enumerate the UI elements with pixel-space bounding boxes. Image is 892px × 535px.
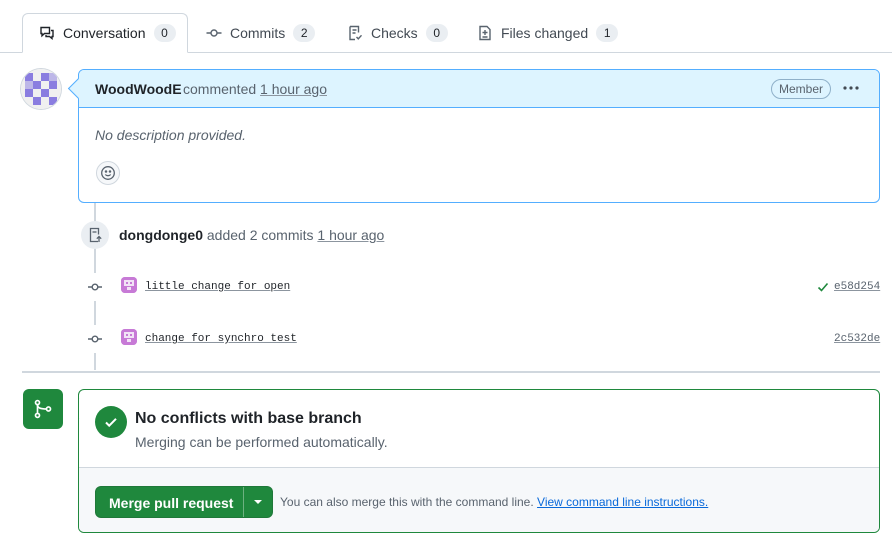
comment-meta: commented 1 hour ago xyxy=(183,81,327,97)
merge-button-label: Merge pull request xyxy=(109,495,234,511)
commit-message-link[interactable]: little change for open xyxy=(145,281,290,293)
tab-label: Commits xyxy=(230,25,286,41)
cli-instructions-link[interactable]: View command line instructions. xyxy=(537,495,708,509)
commit-sha-link[interactable]: 2c532de xyxy=(834,333,880,345)
cli-hint: You can also merge this with the command… xyxy=(280,495,708,509)
avatar[interactable] xyxy=(121,277,137,293)
tab-label: Conversation xyxy=(63,25,146,41)
kebab-menu-icon[interactable] xyxy=(841,79,861,97)
merge-status-subtitle: Merging can be performed automatically. xyxy=(135,434,388,450)
check-circle-icon xyxy=(95,406,127,438)
event-action: added 2 commits xyxy=(206,227,314,243)
merge-pull-request-button[interactable]: Merge pull request xyxy=(95,486,273,518)
avatar[interactable] xyxy=(121,329,137,345)
tab-counter: 2 xyxy=(293,24,316,42)
event-timestamp[interactable]: 1 hour ago xyxy=(317,227,384,243)
tab-counter: 1 xyxy=(596,24,619,42)
file-diff-icon xyxy=(477,25,501,41)
tab-conversation[interactable]: Conversation 0 xyxy=(22,13,188,53)
pr-tabs: Conversation 0 Commits 2 Checks 0 Files … xyxy=(0,0,892,53)
git-commit-icon xyxy=(81,273,109,301)
comment-header: WoodWoodE commented 1 hour ago Member xyxy=(79,70,879,108)
comment-timestamp[interactable]: 1 hour ago xyxy=(260,81,327,97)
commit-message-link[interactable]: change for synchro test xyxy=(145,333,297,345)
tab-files-changed[interactable]: Files changed 1 xyxy=(477,13,619,53)
tab-checks[interactable]: Checks 0 xyxy=(347,13,448,53)
avatar[interactable] xyxy=(21,69,61,109)
push-icon xyxy=(81,221,109,249)
tab-label: Checks xyxy=(371,25,418,41)
merge-status-title: No conflicts with base branch xyxy=(135,410,362,427)
event-actor[interactable]: dongdonge0 xyxy=(119,227,203,243)
check-icon xyxy=(817,281,829,293)
checklist-icon xyxy=(347,25,371,41)
tab-label: Files changed xyxy=(501,25,589,41)
timeline-separator xyxy=(22,371,880,373)
smiley-icon xyxy=(100,165,116,181)
tab-commits[interactable]: Commits 2 xyxy=(206,13,316,53)
chevron-down-icon[interactable] xyxy=(244,487,272,517)
commits-event: dongdonge0 added 2 commits 1 hour ago xyxy=(119,227,384,243)
git-commit-icon xyxy=(81,325,109,353)
comment-author[interactable]: WoodWoodE xyxy=(95,81,182,97)
git-commit-icon xyxy=(206,25,230,41)
comment-discussion-icon xyxy=(39,25,63,41)
comment-box: WoodWoodE commented 1 hour ago Member No… xyxy=(78,69,880,203)
git-merge-icon xyxy=(23,389,63,429)
commit-sha-link[interactable]: e58d254 xyxy=(834,281,880,293)
merge-box: No conflicts with base branch Merging ca… xyxy=(78,389,880,533)
comment-body: No description provided. xyxy=(95,127,246,143)
cli-hint-text: You can also merge this with the command… xyxy=(280,495,534,509)
comment-action: commented xyxy=(183,81,257,97)
member-badge: Member xyxy=(771,79,832,99)
tab-counter: 0 xyxy=(425,24,448,42)
add-reaction-button[interactable] xyxy=(96,161,120,185)
tab-counter: 0 xyxy=(153,24,176,42)
merge-footer: Merge pull request You can also merge th… xyxy=(79,467,879,532)
